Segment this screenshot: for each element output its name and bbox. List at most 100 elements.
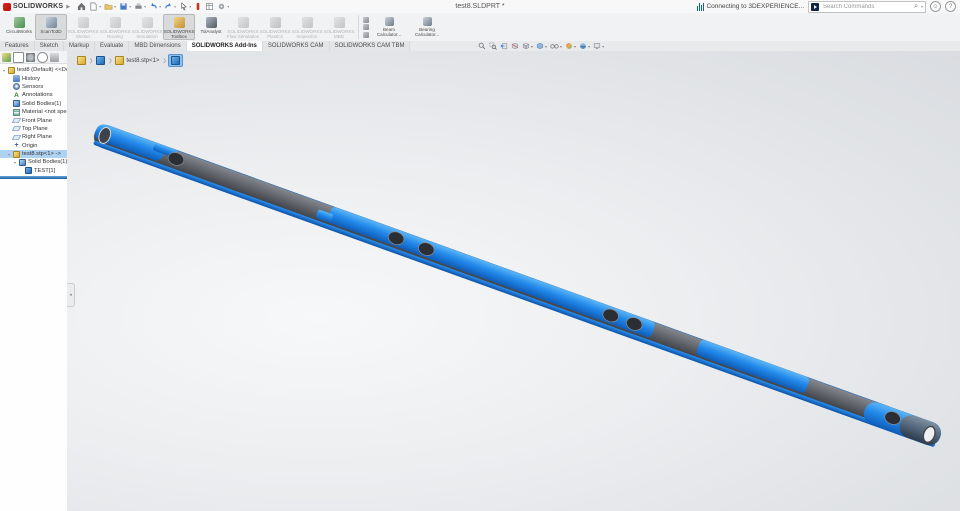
ribbon-button-tolanalyst[interactable]: TolAnalyst [195, 14, 227, 40]
ribbon-button-scanto3d[interactable]: ScanTo3D [35, 14, 67, 40]
breadcrumb-body-chip[interactable] [94, 55, 107, 66]
help-button[interactable]: ? [945, 1, 956, 12]
options-button[interactable]: ▾ [216, 1, 230, 12]
flow-simulation-icon [237, 17, 249, 28]
breadcrumb-selected-body-chip[interactable] [167, 54, 183, 67]
task-pane-button[interactable] [204, 1, 215, 12]
xpress-products-button[interactable] [193, 1, 203, 12]
undo-button[interactable]: ▾ [148, 1, 162, 12]
feature-manager-panel: ▾ test8 (Default) <<Default>_D History S… [0, 51, 68, 511]
toolbox-structural-steel-icon[interactable] [363, 16, 369, 23]
hide-show-items-button[interactable]: ▾ [550, 42, 562, 50]
tree-row-history[interactable]: History [0, 74, 67, 83]
tree-row-sensors[interactable]: Sensors [0, 83, 67, 91]
tree-row-annotations[interactable]: A Annotations [0, 91, 67, 99]
ribbon-button-solidworks-routing: SOLIDWORKS Routing [99, 14, 131, 40]
select-button[interactable]: ▾ [178, 1, 192, 12]
toolbox-grooves-icon[interactable] [363, 24, 369, 30]
tab-features[interactable]: Features [0, 41, 35, 51]
panel-collapse-handle[interactable]: ◂ [67, 283, 75, 307]
tab-mbd-dimensions[interactable]: MBD Dimensions [129, 41, 187, 51]
part-icon [77, 56, 86, 65]
graphics-viewport[interactable]: ❯ ❯ test8.stp<1> ❯ [67, 51, 960, 511]
xpress-products-icon [196, 2, 200, 11]
tree-row-material[interactable]: Material <not specified> [0, 108, 67, 116]
help-icon: ? [948, 3, 953, 10]
expander-icon[interactable]: ▾ [7, 152, 11, 157]
expander-icon[interactable]: ▾ [2, 68, 6, 73]
logo-flyout-arrow-icon[interactable]: ▶ [66, 4, 70, 10]
ribbon-button-plastics: SOLIDWORKS Plastics [259, 14, 291, 40]
display-manager-tab-icon[interactable] [50, 52, 59, 62]
search-dropdown-caret-icon[interactable]: ▾ [921, 4, 923, 9]
view-orientation-button[interactable]: ▾ [522, 42, 533, 50]
new-document-button[interactable]: ▾ [88, 1, 102, 12]
feedback-icon: ☺ [932, 3, 939, 10]
property-manager-tab-icon[interactable] [13, 51, 24, 63]
shaft-model[interactable] [67, 51, 960, 511]
configuration-manager-tab-icon[interactable] [26, 52, 35, 62]
bearing-calculator-button[interactable]: Bearing Calculator... [408, 14, 446, 40]
ribbon-button-solidworks-toolbox[interactable]: SOLIDWORKS Toolbox [163, 14, 195, 40]
motion-icon [77, 17, 89, 28]
tab-markup[interactable]: Markup [64, 41, 96, 51]
view-settings-button[interactable]: ▾ [593, 42, 604, 50]
toolbox-mini-buttons[interactable] [362, 13, 370, 41]
tab-solidworks-cam[interactable]: SOLIDWORKS CAM [262, 41, 330, 51]
expander-icon[interactable]: ▾ [13, 160, 17, 165]
tree-label: History [22, 75, 41, 82]
dimxpert-manager-tab-icon[interactable] [37, 51, 48, 63]
search-input[interactable] [821, 2, 913, 11]
part-icon [13, 150, 20, 158]
view-settings-monitor-icon [593, 43, 601, 49]
tree-row-top-plane[interactable]: Top Plane [0, 125, 67, 133]
origin-icon: + [14, 142, 19, 150]
tree-row-right-plane[interactable]: Right Plane [0, 133, 67, 141]
ribbon-separator [358, 15, 359, 39]
print-button[interactable]: ▾ [133, 1, 147, 12]
tree-row-front-plane[interactable]: Front Plane [0, 116, 67, 124]
breadcrumb-part-chip[interactable] [75, 55, 88, 66]
search-icon[interactable]: ⌕ [914, 3, 918, 10]
feature-manager-tab-icon[interactable] [2, 52, 11, 62]
plane-icon [11, 126, 22, 132]
display-style-button[interactable]: ▾ [536, 42, 547, 50]
zoom-to-fit-button[interactable] [478, 42, 486, 50]
edit-appearance-button[interactable]: ▾ [565, 42, 576, 50]
circuitworks-icon [13, 17, 25, 28]
rollback-bar[interactable] [0, 176, 67, 180]
redo-button[interactable]: ▾ [163, 1, 177, 12]
breadcrumb-chevron-icon: ❯ [162, 57, 167, 64]
home-button[interactable] [76, 1, 87, 12]
tree-row-origin[interactable]: + Origin [0, 142, 67, 150]
shaft-body[interactable] [91, 122, 944, 448]
save-button[interactable]: ▾ [118, 1, 132, 12]
redo-icon [165, 2, 171, 9]
toolbox-cams-icon[interactable] [363, 31, 369, 38]
search-scope-icon[interactable] [811, 2, 819, 11]
material-icon [13, 108, 20, 116]
previous-view-button[interactable] [500, 42, 508, 50]
tree-row-child-solid-bodies[interactable]: ▾ Solid Bodies(1) [0, 158, 67, 166]
tab-solidworks-cam-tbm[interactable]: SOLIDWORKS CAM TBM [329, 41, 411, 51]
previous-view-icon [500, 43, 508, 50]
beam-calculator-button[interactable]: Beam Calculator... [370, 14, 408, 40]
breadcrumb-inserted-part-chip[interactable]: test8.stp<1> [113, 55, 161, 66]
sensors-icon [13, 83, 20, 91]
tab-solidworks-add-ins[interactable]: SOLIDWORKS Add-Ins [186, 41, 263, 51]
section-view-button[interactable] [511, 42, 519, 50]
zoom-to-area-button[interactable] [489, 42, 497, 50]
solid-body-icon [25, 167, 32, 175]
tree-row-inserted-part-selected[interactable]: ▾ test8.stp<1> -> [0, 149, 67, 159]
tree-row-test-body[interactable]: TEST[1] [0, 167, 67, 175]
zoom-to-fit-icon [478, 42, 486, 50]
ribbon-button-circuitworks[interactable]: CircuitWorks [3, 14, 35, 40]
apply-scene-button[interactable]: ▾ [579, 42, 590, 50]
tab-sketch[interactable]: Sketch [34, 41, 65, 51]
open-button[interactable]: ▾ [103, 1, 117, 12]
search-commands-box[interactable]: ⌕ ▾ [808, 0, 926, 13]
feedback-button[interactable]: ☺ [930, 1, 941, 12]
tab-evaluate[interactable]: Evaluate [95, 41, 130, 51]
tree-row-solid-bodies[interactable]: Solid Bodies(1) [0, 100, 67, 108]
tree-row-root[interactable]: ▾ test8 (Default) <<Default>_D [0, 66, 67, 74]
